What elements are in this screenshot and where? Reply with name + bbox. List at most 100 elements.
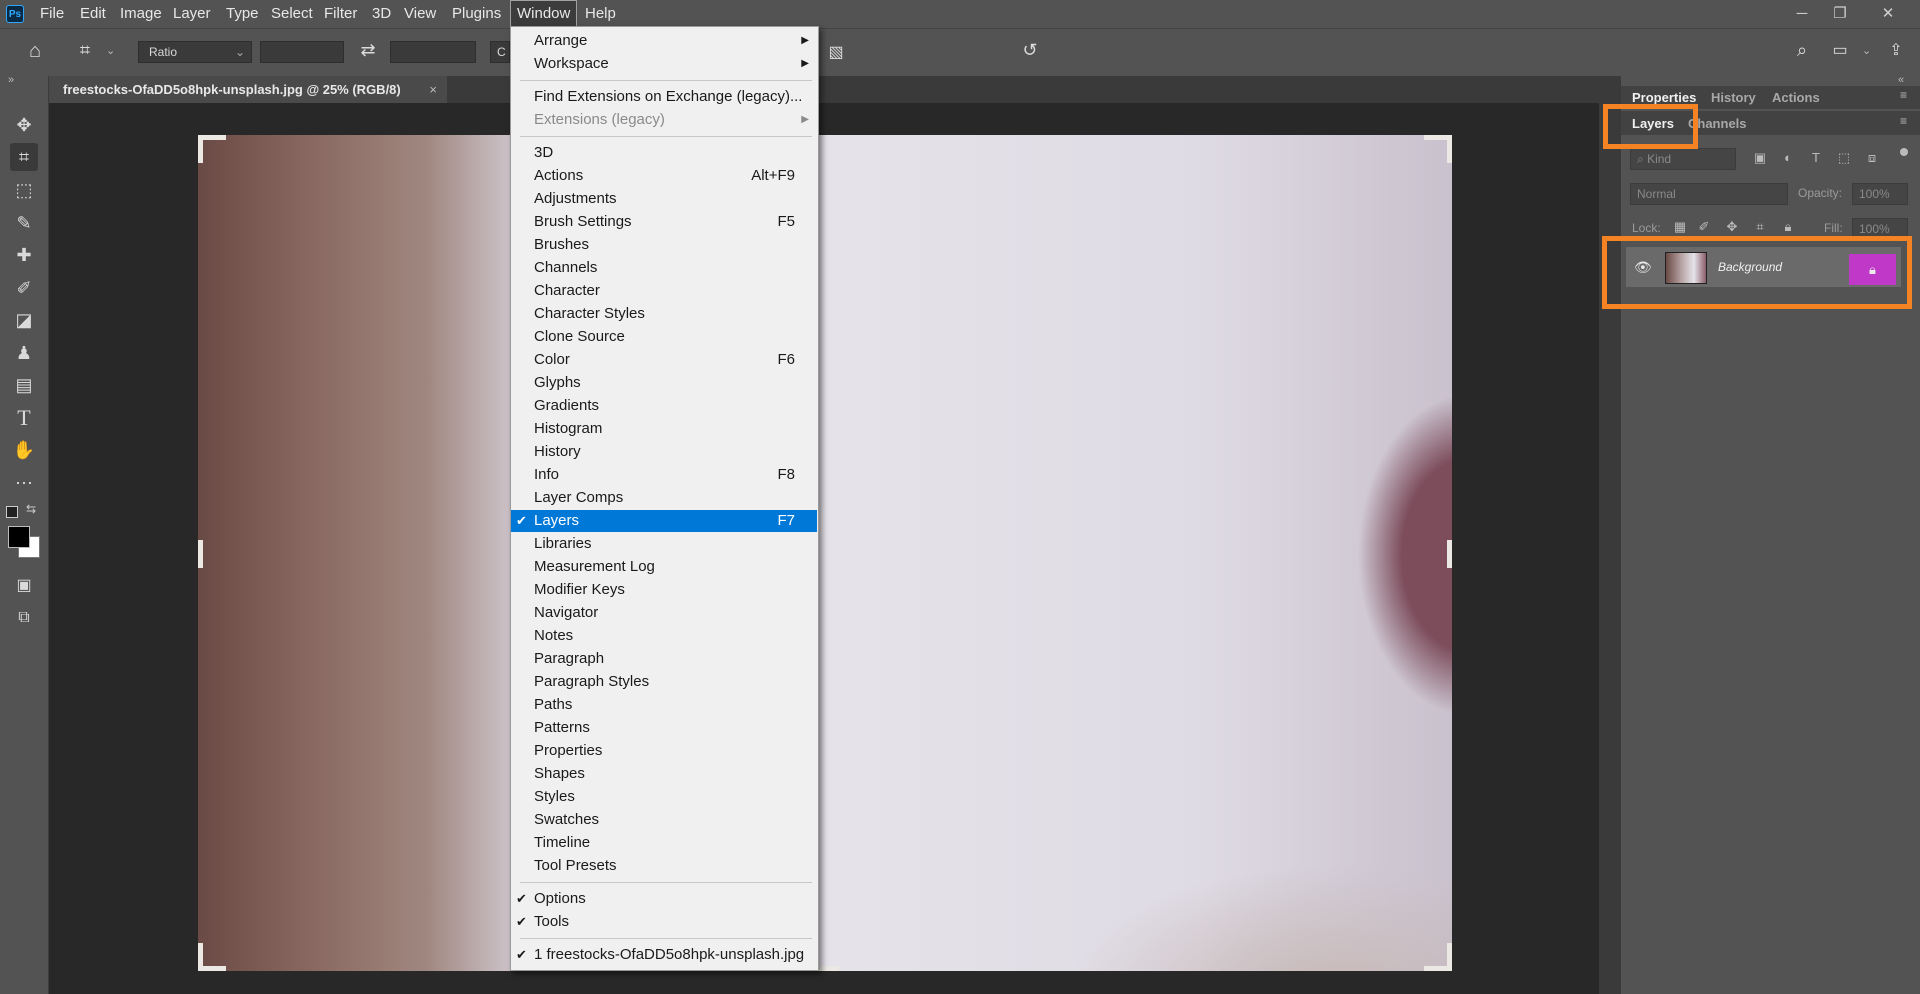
menu-item-shapes[interactable]: Shapes	[511, 763, 817, 785]
swap-icon[interactable]: ⇄	[356, 40, 380, 64]
menu-item-find-extensions-on-exchange-legacy[interactable]: Find Extensions on Exchange (legacy)...	[511, 86, 817, 108]
foreground-color-swatch[interactable]	[8, 526, 30, 548]
menu-item-actions[interactable]: Actions Alt+F9	[511, 165, 817, 187]
menu-item-layers[interactable]: ✔ Layers F7	[511, 510, 817, 532]
menu-view[interactable]: View	[398, 0, 442, 28]
menu-item-channels[interactable]: Channels	[511, 257, 817, 279]
menu-item-options[interactable]: ✔ Options	[511, 888, 817, 910]
menu-item-properties[interactable]: Properties	[511, 740, 817, 762]
menu-type[interactable]: Type	[220, 0, 265, 28]
menu-item-swatches[interactable]: Swatches	[511, 809, 817, 831]
hand-tool-icon[interactable]: ✋	[10, 436, 38, 464]
height-field[interactable]	[390, 41, 476, 63]
menu-item-patterns[interactable]: Patterns	[511, 717, 817, 739]
width-field[interactable]	[260, 41, 344, 63]
menu-item-character[interactable]: Character	[511, 280, 817, 302]
home-icon[interactable]: ⌂	[22, 40, 48, 64]
straighten-icon[interactable]: ▧	[824, 42, 848, 64]
tab-history[interactable]: History	[1711, 87, 1756, 109]
close-window-icon[interactable]: ✕	[1876, 2, 1900, 26]
menu-image[interactable]: Image	[114, 0, 168, 28]
menu-item-layer-comps[interactable]: Layer Comps	[511, 487, 817, 509]
reset-icon[interactable]: ↺	[1018, 40, 1042, 64]
crop-handle-top-left[interactable]	[198, 135, 203, 163]
chevron-down-icon[interactable]: ⌄	[106, 44, 115, 57]
workspace-icon[interactable]: ▭	[1828, 40, 1852, 64]
menu-item-3d[interactable]: 3D	[511, 142, 817, 164]
menu-item-tool-presets[interactable]: Tool Presets	[511, 855, 817, 877]
search-icon[interactable]: ⌕	[1790, 40, 1814, 64]
menu-item-clone-source[interactable]: Clone Source	[511, 326, 817, 348]
tab-actions[interactable]: Actions	[1772, 87, 1820, 109]
share-icon[interactable]: ⇪	[1884, 40, 1908, 64]
lock-artboard-icon[interactable]: ⌗	[1752, 219, 1768, 235]
menu-item-measurement-log[interactable]: Measurement Log	[511, 556, 817, 578]
ratio-select[interactable]: Ratio ⌄	[138, 41, 252, 63]
blend-mode-select[interactable]: Normal	[1630, 183, 1788, 205]
clone-stamp-tool-icon[interactable]: ♟	[10, 339, 38, 367]
menu-item-history[interactable]: History	[511, 441, 817, 463]
brush-tool-icon[interactable]: ✐	[10, 274, 38, 302]
shape-filter-icon[interactable]: ⬚	[1836, 150, 1852, 166]
menu-item-workspace[interactable]: Workspace ▶	[511, 53, 817, 75]
lock-transparent-icon[interactable]: ▦	[1672, 219, 1688, 235]
menu-3d[interactable]: 3D	[366, 0, 397, 28]
menu-filter[interactable]: Filter	[318, 0, 363, 28]
menu-item-notes[interactable]: Notes	[511, 625, 817, 647]
gradient-tool-icon[interactable]: ▤	[10, 371, 38, 399]
menu-item-paragraph[interactable]: Paragraph	[511, 648, 817, 670]
menu-item-brushes[interactable]: Brushes	[511, 234, 817, 256]
menu-item-paths[interactable]: Paths	[511, 694, 817, 716]
menu-item-arrange[interactable]: Arrange ▶	[511, 30, 817, 52]
more-tools-icon[interactable]: ⋯	[10, 469, 38, 497]
clear-button[interactable]: C	[490, 41, 510, 63]
menu-item-libraries[interactable]: Libraries	[511, 533, 817, 555]
menu-item-adjustments[interactable]: Adjustments	[511, 188, 817, 210]
filter-toggle-icon[interactable]	[1900, 148, 1908, 156]
smart-object-filter-icon[interactable]: ⧈	[1864, 150, 1880, 166]
collapse-arrows-icon[interactable]: »	[8, 74, 14, 86]
menu-item-paragraph-styles[interactable]: Paragraph Styles	[511, 671, 817, 693]
document-tab[interactable]: freestocks-OfaDD5o8hpk-unsplash.jpg @ 25…	[49, 76, 447, 103]
menu-item-glyphs[interactable]: Glyphs	[511, 372, 817, 394]
menu-item-gradients[interactable]: Gradients	[511, 395, 817, 417]
healing-brush-tool-icon[interactable]: ✚	[10, 241, 38, 269]
menu-item-color[interactable]: Color F6	[511, 349, 817, 371]
menu-item-histogram[interactable]: Histogram	[511, 418, 817, 440]
menu-item-tools[interactable]: ✔ Tools	[511, 911, 817, 933]
collapse-panels-icon[interactable]: «	[1898, 74, 1904, 86]
menu-file[interactable]: File	[34, 0, 70, 28]
lock-position-icon[interactable]: ✥	[1724, 219, 1740, 235]
chevron-down-icon[interactable]: ⌄	[1862, 44, 1871, 57]
document-image[interactable]	[198, 135, 1452, 971]
crop-handle-left[interactable]	[198, 540, 203, 568]
eyedropper-tool-icon[interactable]: ✎	[10, 209, 38, 237]
menu-item-modifier-keys[interactable]: Modifier Keys	[511, 579, 817, 601]
move-tool-icon[interactable]: ✥	[10, 111, 38, 139]
menu-item-styles[interactable]: Styles	[511, 786, 817, 808]
menu-item-timeline[interactable]: Timeline	[511, 832, 817, 854]
object-selection-tool-icon[interactable]: ⬚	[10, 176, 38, 204]
menu-layer[interactable]: Layer	[167, 0, 217, 28]
menu-help[interactable]: Help	[579, 0, 622, 28]
menu-select[interactable]: Select	[265, 0, 319, 28]
menu-plugins[interactable]: Plugins	[446, 0, 507, 28]
panel-menu-icon[interactable]: ≡	[1900, 114, 1907, 128]
crop-handle-bottom-left[interactable]	[198, 943, 203, 971]
adjustment-filter-icon[interactable]: ◐	[1780, 150, 1796, 165]
menu-item-brush-settings[interactable]: Brush Settings F5	[511, 211, 817, 233]
restore-icon[interactable]: ❐	[1828, 2, 1852, 26]
pixel-filter-icon[interactable]: ▣	[1752, 150, 1768, 166]
type-tool-icon[interactable]: T	[10, 404, 38, 432]
crop-handle-top-right[interactable]	[1447, 135, 1452, 163]
default-colors-icon[interactable]	[6, 506, 18, 518]
crop-tool-preset-icon[interactable]: ⌗	[72, 40, 98, 64]
lock-pixels-icon[interactable]: ✐	[1696, 219, 1712, 235]
menu-item-navigator[interactable]: Navigator	[511, 602, 817, 624]
menu-edit[interactable]: Edit	[74, 0, 112, 28]
crop-handle-right[interactable]	[1447, 540, 1452, 568]
panel-menu-icon[interactable]: ≡	[1900, 88, 1907, 102]
menu-item-character-styles[interactable]: Character Styles	[511, 303, 817, 325]
menu-item-1-freestocks-ofadd5o8hpk-unsplash-jpg[interactable]: ✔ 1 freestocks-OfaDD5o8hpk-unsplash.jpg	[511, 944, 817, 966]
menu-window[interactable]: Window	[510, 0, 578, 28]
